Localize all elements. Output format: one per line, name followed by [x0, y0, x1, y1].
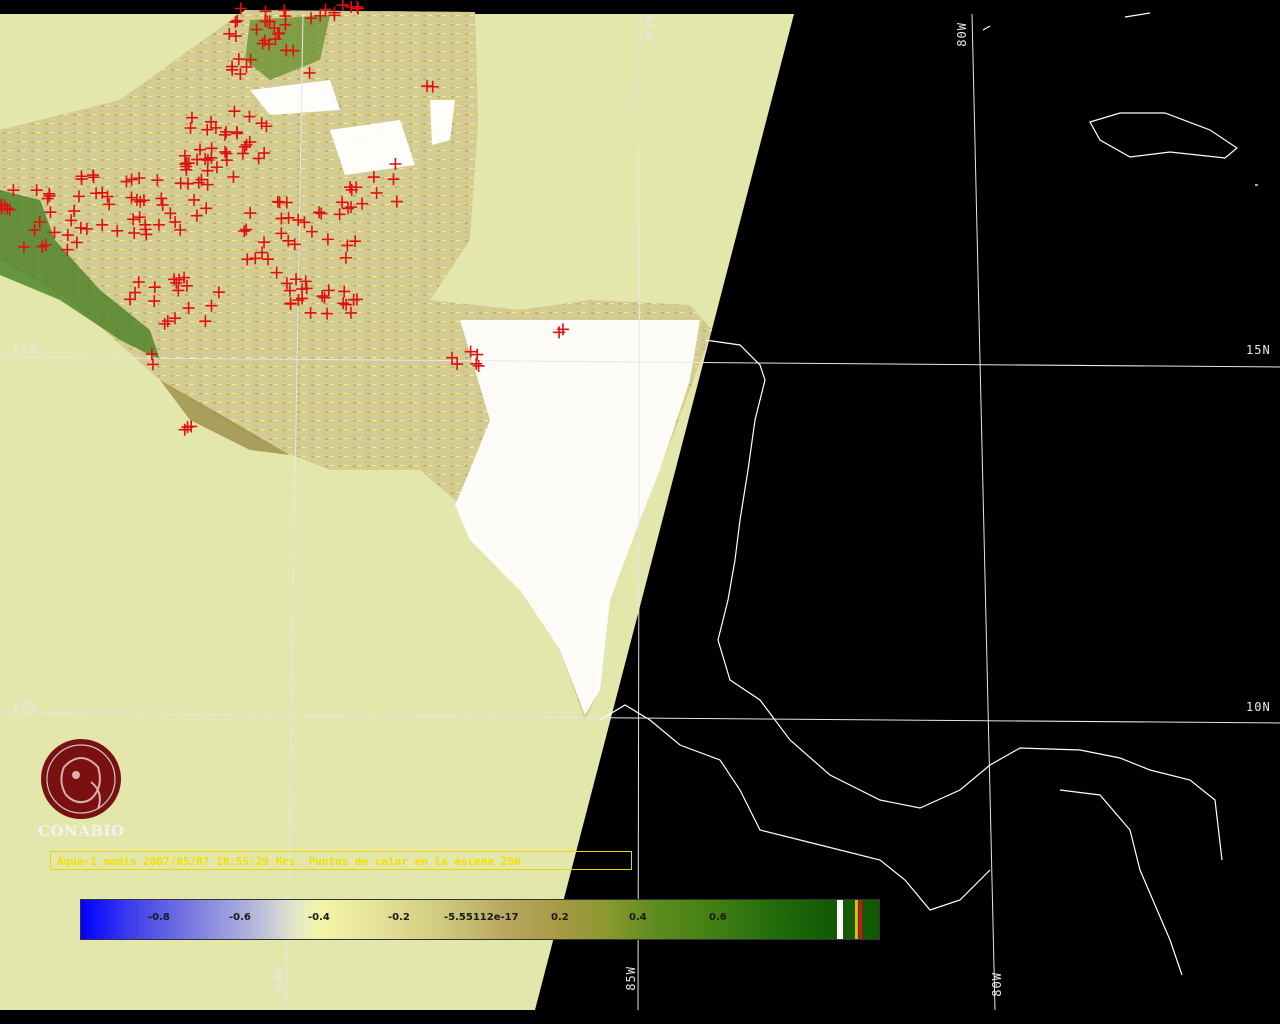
- lat-label-15n-left: 15N: [12, 343, 37, 357]
- lat-label-15n-right: 15N: [1246, 343, 1271, 357]
- colorbar-tick: -0.2: [388, 912, 410, 923]
- colorbar-tick: -0.6: [229, 912, 251, 923]
- lat-label-10n-left: 10N: [12, 700, 37, 714]
- colorbar-tick: 0.2: [551, 912, 569, 923]
- lon-label-90w-bottom: 90W: [272, 966, 286, 991]
- colorbar-tick: 0.4: [629, 912, 647, 923]
- colorbar-tick: -0.8: [148, 912, 170, 923]
- ndvi-colorbar: -0.8 -0.6 -0.4 -0.2 -5.55112e-17 0.2 0.4…: [80, 899, 880, 940]
- colorbar-flag-swatch: [855, 900, 858, 939]
- colorbar-tick: 0.6: [709, 912, 727, 923]
- lon-label-85w-bottom: 85W: [624, 966, 638, 991]
- colorbar-tick: -0.4: [308, 912, 330, 923]
- lon-label-85w-top: 85W: [643, 14, 657, 39]
- colorbar-tick: 0.8: [789, 912, 807, 923]
- hotspot-marker: [336, 0, 349, 12]
- colorbar-hotspot-swatch: [859, 900, 862, 939]
- lon-label-80w-top: 80W: [955, 22, 969, 47]
- lat-label-10n-right: 10N: [1246, 700, 1271, 714]
- lon-label-80w-bottom: 80W: [990, 972, 1004, 997]
- conabio-logo-text: CONABIO: [38, 822, 125, 840]
- scene-caption: Aqua-1 modis 2007/05/07 18:55:29 Hrs. Pu…: [50, 851, 632, 870]
- colorbar-cloud-swatch: [837, 900, 843, 939]
- map-canvas: [0, 0, 1280, 1011]
- colorbar-tick: -5.55112e-17: [444, 912, 519, 923]
- satellite-map-view: 15N 15N 10N 10N 85W 80W 90W 85W 80W CONA…: [0, 0, 1280, 1024]
